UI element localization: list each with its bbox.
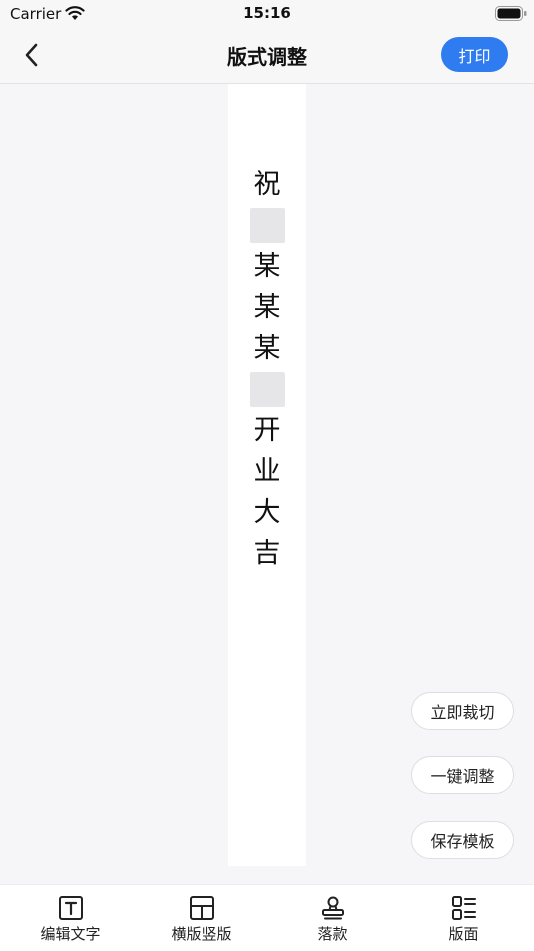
canvas-char: 吉: [253, 538, 281, 569]
bottom-tab-bar: 编辑文字 横版竖版 落款 版面: [0, 884, 534, 951]
canvas-char: 祝: [253, 169, 281, 200]
canvas-char: 业: [253, 456, 281, 487]
vertical-text: 祝 某 某 某 开 业 大 吉: [228, 164, 306, 574]
list-layout-icon: [451, 896, 476, 920]
canvas-char: 大: [253, 497, 281, 528]
stamp-icon: [321, 896, 344, 920]
preview-canvas: 祝 某 某 某 开 业 大 吉: [228, 84, 306, 866]
text-edit-icon: [58, 896, 83, 920]
tab-page-layout[interactable]: 版面: [397, 885, 530, 951]
auto-adjust-button[interactable]: 一键调整: [411, 756, 514, 794]
tab-edit-text[interactable]: 编辑文字: [4, 885, 137, 951]
canvas-char: 某: [253, 251, 281, 282]
save-template-button[interactable]: 保存模板: [411, 821, 514, 859]
canvas-char: 某: [253, 292, 281, 323]
blank-space-box: [249, 372, 285, 407]
print-button[interactable]: 打印: [441, 37, 508, 72]
battery-icon: [495, 6, 527, 21]
canvas-char: 某: [253, 333, 281, 364]
layout-icon: [189, 896, 214, 920]
tab-label: 版面: [448, 925, 479, 943]
tab-label: 落款: [317, 925, 348, 943]
clock: 15:16: [243, 4, 291, 22]
nav-bar: 版式调整 打印: [0, 28, 534, 84]
status-bar: Carrier 15:16: [0, 0, 534, 28]
tab-signature[interactable]: 落款: [266, 885, 399, 951]
tab-orientation[interactable]: 横版竖版: [135, 885, 268, 951]
blank-space-box: [249, 208, 285, 243]
canvas-char: 开: [253, 415, 281, 446]
tab-label: 横版竖版: [171, 925, 232, 943]
crop-now-button[interactable]: 立即裁切: [411, 692, 514, 730]
tab-label: 编辑文字: [40, 925, 101, 943]
